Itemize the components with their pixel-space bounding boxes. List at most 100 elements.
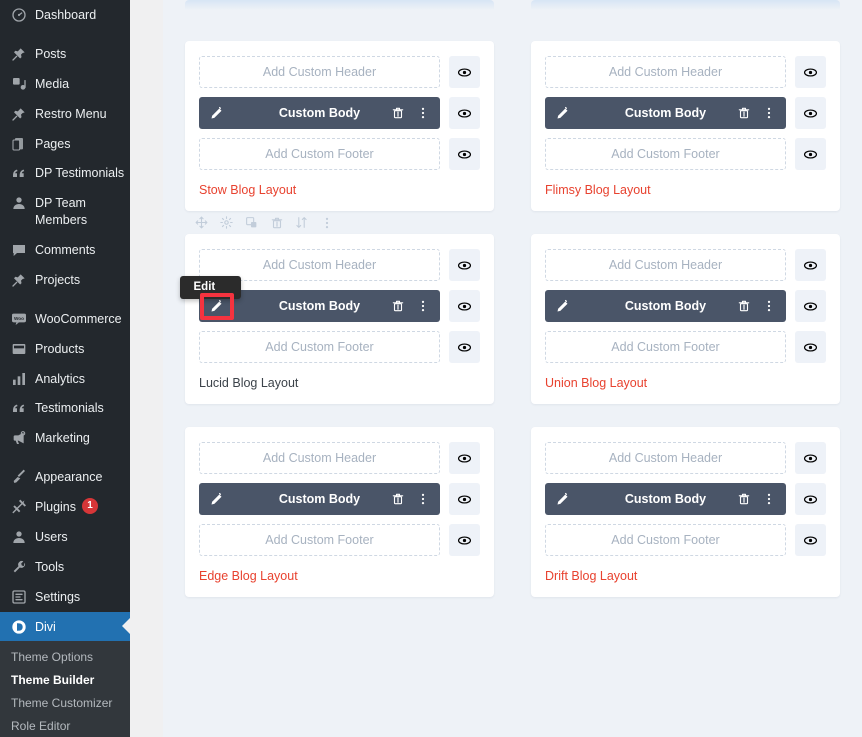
- sidebar-item-label: Tools: [35, 559, 65, 574]
- header-visibility-toggle[interactable]: [449, 442, 480, 474]
- sidebar-item-restro-menu[interactable]: Restro Menu: [0, 99, 130, 129]
- add-custom-header-button[interactable]: Add Custom Header: [545, 56, 786, 88]
- template-hover-toolbar: [195, 216, 333, 229]
- sidebar-item-plugins[interactable]: Plugins 1: [0, 492, 130, 522]
- template-card: Add Custom Header Custom Body Add Custom F…: [531, 41, 840, 211]
- add-custom-footer-button[interactable]: Add Custom Footer: [199, 331, 440, 363]
- sidebar-item-testimonials[interactable]: Testimonials: [0, 393, 130, 423]
- header-visibility-toggle[interactable]: [795, 56, 826, 88]
- footer-visibility-toggle[interactable]: [795, 524, 826, 556]
- header-visibility-toggle[interactable]: [795, 249, 826, 281]
- submenu-item-theme-customizer[interactable]: Theme Customizer: [0, 691, 130, 714]
- add-custom-footer-button[interactable]: Add Custom Footer: [545, 138, 786, 170]
- sidebar-item-media[interactable]: Media: [0, 69, 130, 99]
- sidebar-item-appearance[interactable]: Appearance: [0, 462, 130, 492]
- body-visibility-toggle[interactable]: [449, 97, 480, 129]
- header-visibility-toggle[interactable]: [795, 442, 826, 474]
- body-visibility-toggle[interactable]: [449, 290, 480, 322]
- submenu-item-theme-options[interactable]: Theme Options: [0, 645, 130, 668]
- sidebar-item-products[interactable]: Products: [0, 334, 130, 364]
- footer-visibility-toggle[interactable]: [795, 138, 826, 170]
- sidebar-item-divi[interactable]: Divi: [0, 611, 130, 642]
- delete-body-button[interactable]: [737, 299, 751, 313]
- add-custom-footer-button[interactable]: Add Custom Footer: [199, 138, 440, 170]
- edit-body-button[interactable]: [209, 299, 224, 314]
- footer-slot-row: Add Custom Footer: [545, 138, 826, 170]
- sidebar-item-analytics[interactable]: Analytics: [0, 364, 130, 394]
- trash-icon[interactable]: [270, 216, 283, 229]
- delete-body-button[interactable]: [737, 106, 751, 120]
- sidebar-item-marketing[interactable]: Marketing: [0, 423, 130, 453]
- sidebar-item-settings[interactable]: Settings: [0, 582, 130, 612]
- sidebar-item-dp-team-members[interactable]: DP Team Members: [0, 188, 130, 235]
- pages-icon: [9, 135, 29, 152]
- more-vertical-icon[interactable]: [320, 216, 333, 229]
- template-title[interactable]: Flimsy Blog Layout: [545, 183, 826, 197]
- add-custom-footer-button[interactable]: Add Custom Footer: [199, 524, 440, 556]
- edit-body-button[interactable]: [209, 492, 224, 507]
- sidebar-item-comments[interactable]: Comments: [0, 235, 130, 265]
- template-title[interactable]: Stow Blog Layout: [199, 183, 480, 197]
- add-custom-header-button[interactable]: Add Custom Header: [199, 56, 440, 88]
- sidebar-item-label: Marketing: [35, 431, 90, 446]
- body-more-options-button[interactable]: [762, 299, 776, 313]
- sidebar-item-projects[interactable]: Projects: [0, 265, 130, 295]
- submenu-item-theme-builder[interactable]: Theme Builder: [0, 668, 130, 691]
- body-more-options-button[interactable]: [416, 106, 430, 120]
- header-slot-row: Add Custom Header: [545, 249, 826, 281]
- templates-row: Add Custom Header Custom Body Add Custom F…: [185, 41, 840, 211]
- edit-body-button[interactable]: [209, 106, 224, 121]
- add-custom-footer-button[interactable]: Add Custom Footer: [545, 524, 786, 556]
- template-title[interactable]: Lucid Blog Layout: [199, 376, 480, 390]
- template-card-drift-blog-layout: Add Custom Header Custom Body Add Custom F…: [531, 427, 840, 597]
- body-visibility-toggle[interactable]: [449, 483, 480, 515]
- template-card: Add Custom Header Custom Body Add Custom F…: [185, 427, 494, 597]
- submenu-item-role-editor[interactable]: Role Editor: [0, 714, 130, 737]
- template-title[interactable]: Union Blog Layout: [545, 376, 826, 390]
- delete-body-button[interactable]: [737, 492, 751, 506]
- templates-row: Add Custom Header Custom Body Add Custom F…: [185, 216, 840, 404]
- sidebar-item-pages[interactable]: Pages: [0, 129, 130, 159]
- delete-body-button[interactable]: [391, 299, 405, 313]
- body-more-options-button[interactable]: [762, 106, 776, 120]
- template-title[interactable]: Drift Blog Layout: [545, 569, 826, 583]
- header-visibility-toggle[interactable]: [449, 56, 480, 88]
- delete-body-button[interactable]: [391, 492, 405, 506]
- template-card-lucid-blog-layout: Add Custom Header Custom Body Add Custom F…: [185, 216, 494, 404]
- footer-slot-row: Add Custom Footer: [199, 331, 480, 363]
- header-slot-row: Add Custom Header: [545, 442, 826, 474]
- body-visibility-toggle[interactable]: [795, 483, 826, 515]
- footer-visibility-toggle[interactable]: [449, 331, 480, 363]
- duplicate-icon[interactable]: [245, 216, 258, 229]
- body-visibility-toggle[interactable]: [795, 290, 826, 322]
- sidebar-item-posts[interactable]: Posts: [0, 39, 130, 69]
- media-icon: [9, 75, 29, 92]
- template-title[interactable]: Edge Blog Layout: [199, 569, 480, 583]
- sidebar-item-users[interactable]: Users: [0, 522, 130, 552]
- body-more-options-button[interactable]: [416, 492, 430, 506]
- sidebar-item-dashboard[interactable]: Dashboard: [0, 0, 130, 30]
- add-custom-footer-button[interactable]: Add Custom Footer: [545, 331, 786, 363]
- header-visibility-toggle[interactable]: [449, 249, 480, 281]
- add-custom-header-button[interactable]: Add Custom Header: [545, 442, 786, 474]
- gear-icon[interactable]: [220, 216, 233, 229]
- body-more-options-button[interactable]: [416, 299, 430, 313]
- add-custom-header-button[interactable]: Add Custom Header: [199, 442, 440, 474]
- footer-visibility-toggle[interactable]: [449, 138, 480, 170]
- move-icon[interactable]: [195, 216, 208, 229]
- sidebar-item-tools[interactable]: Tools: [0, 552, 130, 582]
- edit-body-button[interactable]: [555, 106, 570, 121]
- custom-body-bar: Custom Body: [545, 290, 786, 322]
- footer-visibility-toggle[interactable]: [449, 524, 480, 556]
- sidebar-item-woocommerce[interactable]: Woo WooCommerce: [0, 304, 130, 334]
- quote-icon: [9, 164, 29, 181]
- edit-body-button[interactable]: [555, 492, 570, 507]
- body-more-options-button[interactable]: [762, 492, 776, 506]
- add-custom-header-button[interactable]: Add Custom Header: [545, 249, 786, 281]
- sidebar-item-dp-testimonials[interactable]: DP Testimonials: [0, 158, 130, 188]
- delete-body-button[interactable]: [391, 106, 405, 120]
- edit-body-button[interactable]: [555, 299, 570, 314]
- body-visibility-toggle[interactable]: [795, 97, 826, 129]
- footer-visibility-toggle[interactable]: [795, 331, 826, 363]
- sort-icon[interactable]: [295, 216, 308, 229]
